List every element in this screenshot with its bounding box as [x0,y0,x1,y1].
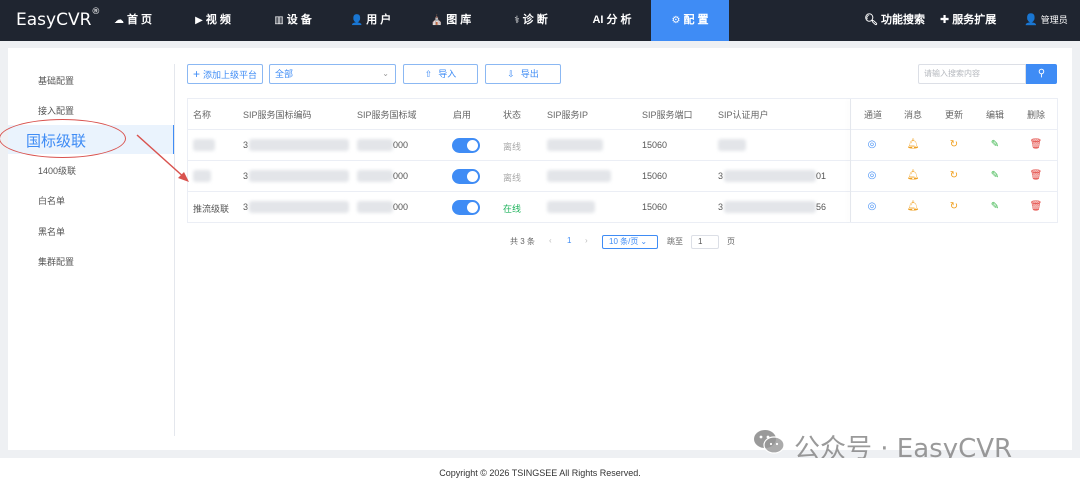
annotation-arrow [136,134,189,182]
arrow-shaft [136,134,187,180]
copyright-text: Copyright © 2026 TSINGSEE All Rights Res… [439,468,641,478]
footer: Copyright © 2026 TSINGSEE All Rights Res… [0,458,1080,489]
wechat-icon [754,430,785,454]
